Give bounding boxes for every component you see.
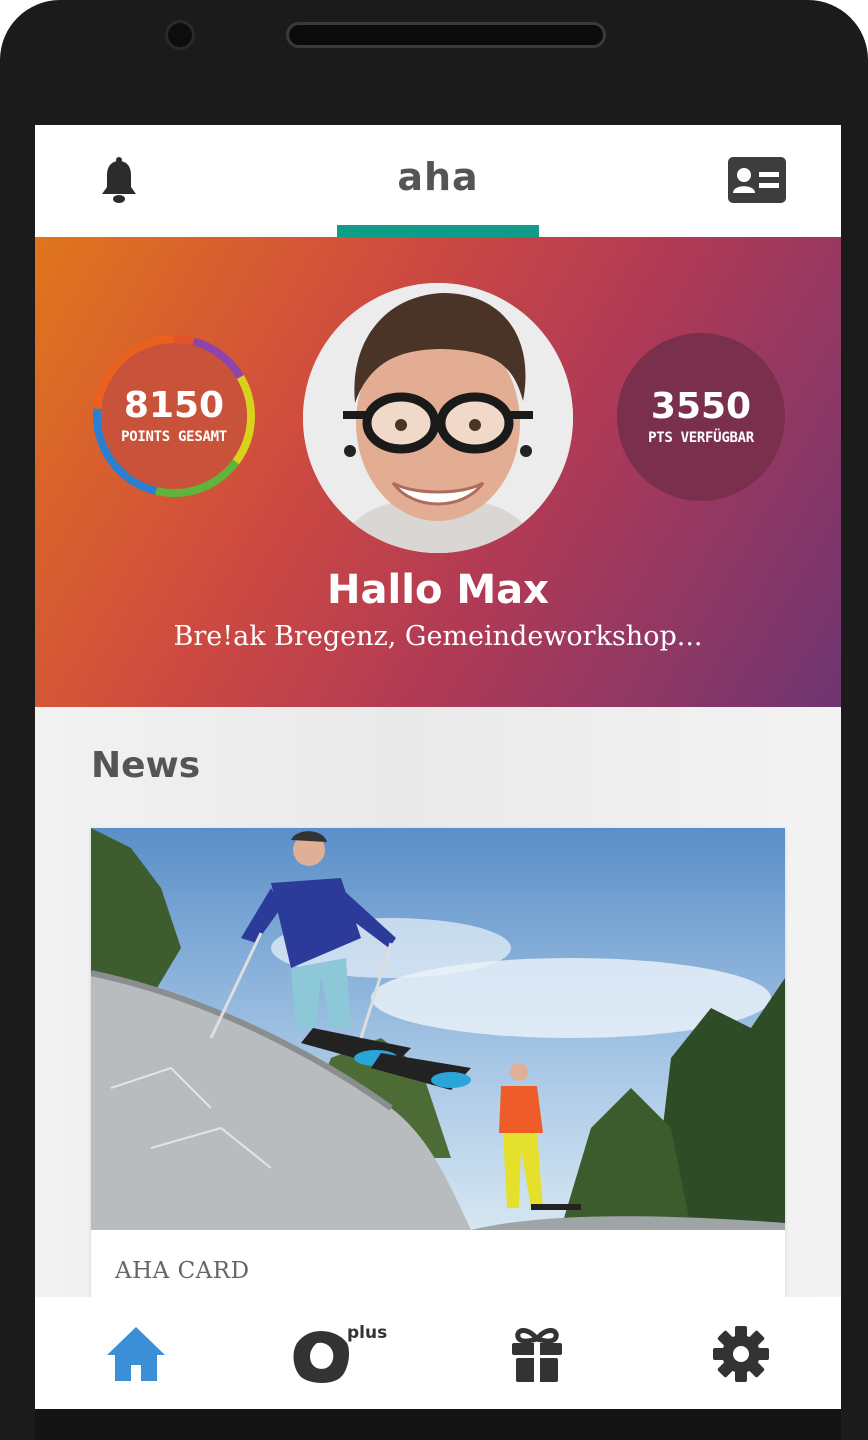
activities-summary: Bre!ak Bregenz, Gemeindeworkshop... bbox=[173, 621, 703, 652]
gear-icon bbox=[713, 1326, 769, 1382]
profile-hero: 8150 POINTS GESAMT 3550 PTS VERFÜGBAR Ha… bbox=[35, 237, 841, 707]
news-card[interactable]: AHA CARD bbox=[91, 828, 785, 1308]
top-bar: aha bbox=[35, 125, 841, 237]
nav-settings[interactable] bbox=[680, 1297, 800, 1409]
points-total-value: 8150 bbox=[123, 385, 225, 427]
speaker-grille bbox=[286, 22, 606, 48]
news-image[interactable] bbox=[91, 828, 785, 1230]
points-available-badge[interactable]: 3550 PTS VERFÜGBAR bbox=[617, 333, 785, 501]
system-nav-bar bbox=[35, 1409, 841, 1440]
nav-home[interactable] bbox=[77, 1297, 197, 1409]
plus-icon bbox=[293, 1331, 349, 1383]
news-heading: News bbox=[91, 745, 201, 786]
nav-gift[interactable] bbox=[478, 1297, 598, 1409]
nav-plus[interactable]: plus bbox=[275, 1297, 395, 1409]
bottom-nav: plus bbox=[35, 1297, 841, 1409]
plus-label: plus bbox=[347, 1323, 388, 1343]
avatar[interactable] bbox=[303, 283, 573, 553]
points-total-label: POINTS GESAMT bbox=[121, 428, 227, 445]
points-available-label: PTS VERFÜGBAR bbox=[648, 429, 754, 446]
app-screen: aha 8150 POINTS GESAMT 3550 PTS VERFÜGBA… bbox=[35, 125, 841, 1440]
tab-indicator bbox=[337, 225, 539, 237]
app-title: aha bbox=[397, 155, 479, 199]
home-icon bbox=[107, 1327, 165, 1381]
gift-icon bbox=[512, 1328, 562, 1382]
points-total-badge[interactable]: 8150 POINTS GESAMT bbox=[101, 343, 247, 489]
phone-frame: aha 8150 POINTS GESAMT 3550 PTS VERFÜGBA… bbox=[0, 0, 868, 1440]
news-category: AHA CARD bbox=[115, 1258, 250, 1284]
greeting: Hallo Max bbox=[327, 567, 549, 613]
camera-icon bbox=[165, 20, 195, 50]
points-available-value: 3550 bbox=[650, 386, 752, 428]
id-card-icon[interactable] bbox=[728, 157, 786, 205]
